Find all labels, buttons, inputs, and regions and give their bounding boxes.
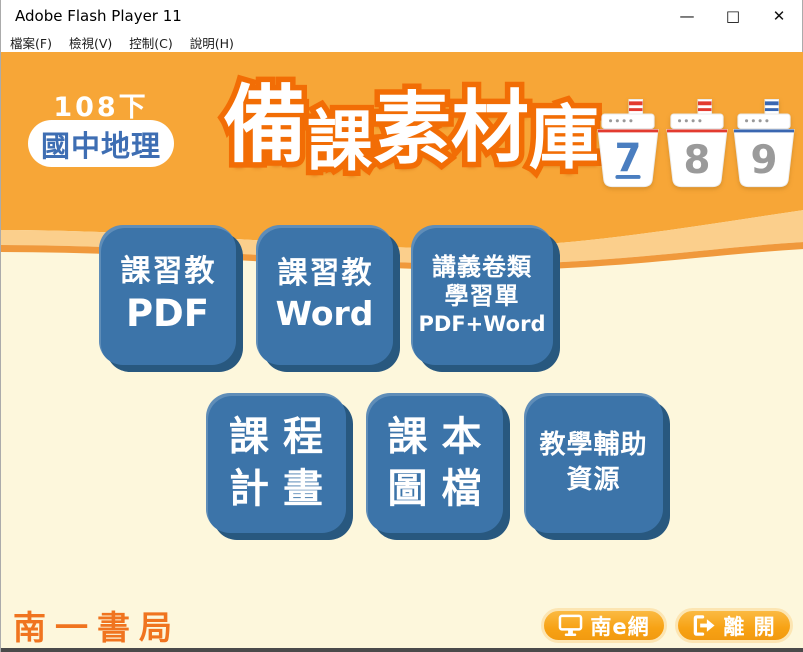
tile-label-line: 講義卷類	[432, 252, 532, 281]
svg-text:8: 8	[684, 138, 711, 183]
minimize-button[interactable]: —	[664, 0, 710, 32]
flash-content-stage: 108下 國中地理 備備課課素素材材庫庫 7 8 9 課習教 PDF 課習教 W…	[1, 52, 803, 648]
tile-label-line: 課程	[229, 414, 337, 460]
menu-item-help[interactable]: 說明(H)	[190, 33, 234, 52]
tile-label-line: 計畫	[229, 466, 337, 512]
grade9-boat-icon[interactable]: 9	[733, 99, 795, 189]
app-title-char: 素素	[367, 80, 456, 181]
tile-label-line: 課本	[387, 414, 496, 460]
grade7-boat-icon[interactable]: 7	[597, 99, 659, 189]
nan-e-web-label: 南e網	[590, 614, 650, 639]
close-button[interactable]: ✕	[756, 0, 802, 32]
edition-label: 108下	[53, 92, 149, 123]
tile-label-line: 課習教	[120, 254, 217, 290]
exit-label: 離 開	[723, 614, 776, 639]
tile-label-line: 課習教	[277, 256, 374, 292]
curriculum-plan-button[interactable]: 課程 計畫	[206, 393, 346, 533]
app-title-char: 課課	[301, 98, 378, 186]
adobe-flash-player-window: Adobe Flash Player 11 — □ ✕ 檔案(F) 檢視(V) …	[0, 0, 803, 652]
window-bottom-edge	[1, 648, 803, 652]
textbook-workbook-pdf-button[interactable]: 課習教 PDF	[99, 225, 236, 365]
nan-e-web-button[interactable]: 南e網	[541, 608, 667, 643]
window-titlebar: Adobe Flash Player 11 — □ ✕	[1, 0, 802, 32]
app-title-char: 備備	[217, 71, 312, 180]
grade8-boat-icon[interactable]: 8	[666, 99, 728, 189]
app-title: 備備課課素素材材庫庫	[211, 58, 611, 186]
app-title-char: 材材	[445, 78, 534, 179]
maximize-button[interactable]: □	[710, 0, 756, 32]
tile-label-line: 教學輔助	[539, 430, 648, 461]
textbook-images-button[interactable]: 課本 圖檔	[366, 393, 503, 533]
nani-books-logo: 南一書局	[13, 608, 181, 647]
tile-label-line: PDF	[125, 291, 210, 335]
textbook-workbook-word-button[interactable]: 課習教 Word	[256, 225, 393, 365]
tile-label-line: Word	[275, 293, 374, 333]
subject-badge-label: 國中地理	[40, 128, 161, 163]
monitor-icon	[559, 614, 583, 637]
window-title: Adobe Flash Player 11	[15, 7, 182, 25]
menu-item-control[interactable]: 控制(C)	[129, 33, 172, 52]
menu-item-view[interactable]: 檢視(V)	[69, 33, 112, 52]
exit-button[interactable]: 離 開	[675, 608, 793, 643]
tile-label-line: 圖檔	[387, 466, 496, 512]
menu-item-file[interactable]: 檔案(F)	[10, 33, 52, 52]
svg-text:7: 7	[615, 136, 642, 181]
tile-label-line: 資源	[566, 464, 621, 495]
handouts-worksheets-button[interactable]: 講義卷類 學習單 PDF+Word	[411, 225, 553, 365]
window-controls: — □ ✕	[664, 0, 802, 32]
exit-icon	[694, 615, 715, 636]
menu-bar: 檔案(F) 檢視(V) 控制(C) 說明(H)	[1, 32, 802, 52]
svg-text:9: 9	[751, 138, 778, 183]
tile-label-line: 學習單	[444, 281, 520, 310]
app-title-char: 庫庫	[524, 92, 605, 185]
teaching-aids-button[interactable]: 教學輔助 資源	[524, 393, 663, 533]
subject-badge: 國中地理	[28, 120, 174, 167]
tile-label-line: PDF+Word	[418, 312, 546, 337]
